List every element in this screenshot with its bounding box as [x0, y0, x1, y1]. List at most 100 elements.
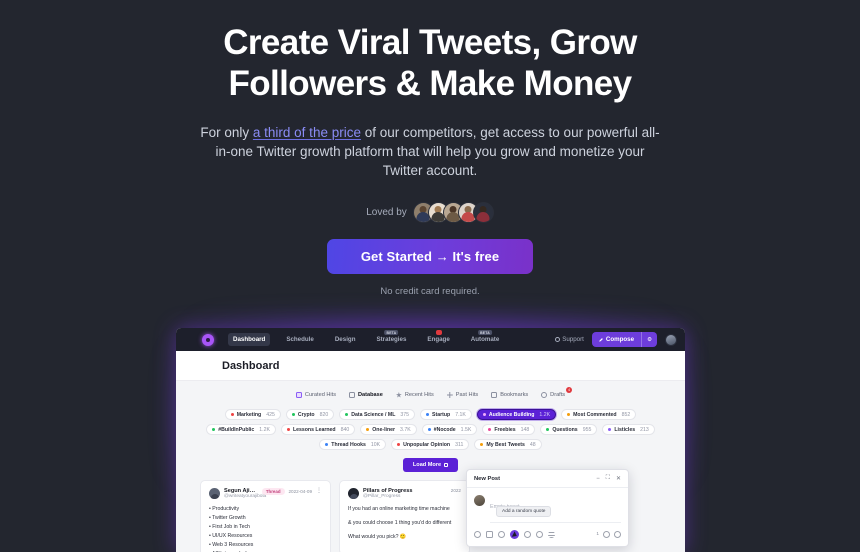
tag-chip[interactable]: Startup 7.1K: [420, 409, 472, 420]
tag-label: Freebies: [494, 426, 516, 433]
tweet-line: • First Job in Tech: [209, 524, 250, 531]
tag-chip[interactable]: One-liner 3.7K: [360, 424, 417, 435]
avatar: [474, 495, 485, 506]
more-icon[interactable]: [614, 531, 621, 538]
nav-item-strategies[interactable]: BETA Strategies: [371, 330, 411, 346]
tag-chip[interactable]: Most Commented 852: [561, 409, 637, 420]
more-options-icon[interactable]: ⋮: [316, 488, 322, 494]
filter-label: Database: [358, 392, 383, 398]
modal-controls: − ⛶ ✕: [596, 475, 621, 482]
nav-item-engage[interactable]: Engage: [422, 330, 454, 346]
close-icon[interactable]: ✕: [616, 475, 621, 482]
load-more-label: Load More: [412, 462, 442, 468]
filter-label: Drafts: [550, 392, 566, 398]
filter-tab-past-hits[interactable]: Past Hits: [445, 391, 480, 399]
user-avatar[interactable]: [665, 333, 677, 346]
tag-chip[interactable]: Data Science / ML 375: [339, 409, 416, 420]
tag-dot-icon: [426, 413, 430, 416]
tag-count: 213: [640, 426, 649, 433]
pricing-link[interactable]: a third of the price: [253, 125, 361, 140]
thread-icon[interactable]: [548, 531, 555, 538]
tag-chip[interactable]: Marketing 425: [224, 409, 281, 420]
cta-section: Get Started → It's free No credit card r…: [0, 239, 860, 297]
reply-icon[interactable]: [536, 531, 543, 538]
new-post-modal: New Post − ⛶ ✕ Empty tweet... Add a rand…: [466, 469, 629, 547]
tag-chip[interactable]: Freebies 148: [482, 424, 536, 435]
help-icon: [554, 337, 560, 342]
tag-count: 1.5K: [460, 426, 472, 433]
expand-icon[interactable]: ⛶: [606, 475, 610, 482]
tag-chip[interactable]: Thread Hooks 10K: [319, 439, 387, 450]
tag-dot-icon: [325, 443, 329, 446]
schedule-icon[interactable]: [524, 531, 531, 538]
character-count: 1: [596, 532, 599, 537]
gif-icon[interactable]: [498, 531, 505, 538]
nav-item-schedule[interactable]: Schedule: [281, 333, 319, 346]
filter-tabs: Curated Hits Database Recent Hits Past H…: [176, 387, 685, 399]
tag-label: Startup: [432, 411, 451, 418]
tag-label: Crypto: [297, 411, 315, 418]
filter-tab-drafts[interactable]: Drafts 4: [539, 387, 573, 399]
tag-chip[interactable]: #Nocode 1.5K: [421, 424, 478, 435]
tag-dot-icon: [212, 428, 216, 431]
tag-dot-icon: [427, 428, 431, 431]
tag-label: My Best Tweets: [486, 441, 525, 448]
tweet-date: 2022-04-09: [288, 489, 313, 494]
tag-chip[interactable]: Audience Building 1.2K: [476, 409, 557, 420]
divider: [490, 522, 621, 523]
tweet-card-body: If you had an online marketing time mach…: [348, 505, 461, 542]
tag-dot-icon: [366, 428, 370, 431]
random-quote-button[interactable]: [510, 530, 519, 539]
tag-label: Most Commented: [573, 411, 617, 418]
tag-dot-icon: [291, 413, 295, 416]
filter-label: Bookmarks: [500, 392, 529, 398]
tag-chip[interactable]: Lessons Learned 840: [280, 424, 356, 435]
app-logo-icon[interactable]: [202, 333, 214, 346]
bookmark-icon: [491, 392, 498, 398]
tag-count: 48: [529, 441, 536, 448]
app-nav-items: Dashboard Schedule Design BETA Strategies…: [228, 330, 505, 346]
compose-label: Compose: [605, 336, 635, 343]
tag-chip[interactable]: Listicles 213: [602, 424, 655, 435]
tag-chip[interactable]: #BuildInPublic 1.2K: [206, 424, 276, 435]
get-started-button[interactable]: Get Started → It's free: [326, 239, 534, 275]
nav-label: Design: [334, 336, 356, 343]
filter-tab-database[interactable]: Database: [347, 391, 385, 399]
author-handle: @writeatyourajibola: [224, 494, 267, 499]
tag-label: Lessons Learned: [292, 426, 336, 433]
avatar: [472, 202, 494, 224]
mouse-cursor-icon: [511, 531, 519, 539]
support-link[interactable]: Support: [554, 336, 584, 343]
avatar-group: ✦ pp: [412, 202, 494, 224]
tweet-line: • Productivity: [209, 506, 240, 512]
tweet-line: • Web 3 Resources: [209, 542, 254, 549]
nav-label: Schedule: [286, 336, 314, 343]
compose-button[interactable]: Compose: [592, 332, 641, 347]
sparkle-icon: [295, 392, 302, 398]
avatar: [209, 488, 220, 499]
image-icon[interactable]: [486, 531, 493, 538]
nav-item-design[interactable]: Design: [330, 333, 361, 346]
tag-count: 10K: [370, 441, 381, 448]
tag-chip[interactable]: Questions 955: [540, 424, 598, 435]
tweet-author: Segun Ajibola 🎉 @writeatyourajibola: [224, 488, 267, 499]
tag-chip[interactable]: Crypto 820: [285, 409, 335, 420]
nav-item-automate[interactable]: BETA Automate: [466, 330, 505, 346]
nav-item-dashboard[interactable]: Dashboard: [228, 333, 271, 346]
filter-tab-curated-hits[interactable]: Curated Hits: [294, 391, 338, 399]
beta-badge: BETA: [478, 330, 492, 335]
tweet-card[interactable]: Pillars of Progress @Pillar_Progress 202…: [339, 480, 470, 552]
tweet-line: & you could choose 1 thing you'd do diff…: [348, 520, 452, 527]
filter-tab-bookmarks[interactable]: Bookmarks: [489, 391, 530, 399]
minimize-icon[interactable]: −: [596, 476, 600, 482]
add-tweet-icon[interactable]: [603, 531, 610, 538]
tag-chip[interactable]: My Best Tweets 48: [474, 439, 542, 450]
notification-badge: [435, 330, 442, 335]
emoji-icon[interactable]: [474, 531, 481, 538]
compose-options-button[interactable]: ⚙: [641, 332, 657, 347]
tweet-card[interactable]: Segun Ajibola 🎉 @writeatyourajibola Thre…: [200, 480, 331, 552]
filter-tab-recent-hits[interactable]: Recent Hits: [394, 391, 436, 399]
load-more-button[interactable]: Load More: [402, 458, 459, 472]
tag-chip[interactable]: Unpopular Opinion 311: [391, 439, 470, 450]
tweet-author: Pillars of Progress @Pillar_Progress: [363, 488, 447, 499]
